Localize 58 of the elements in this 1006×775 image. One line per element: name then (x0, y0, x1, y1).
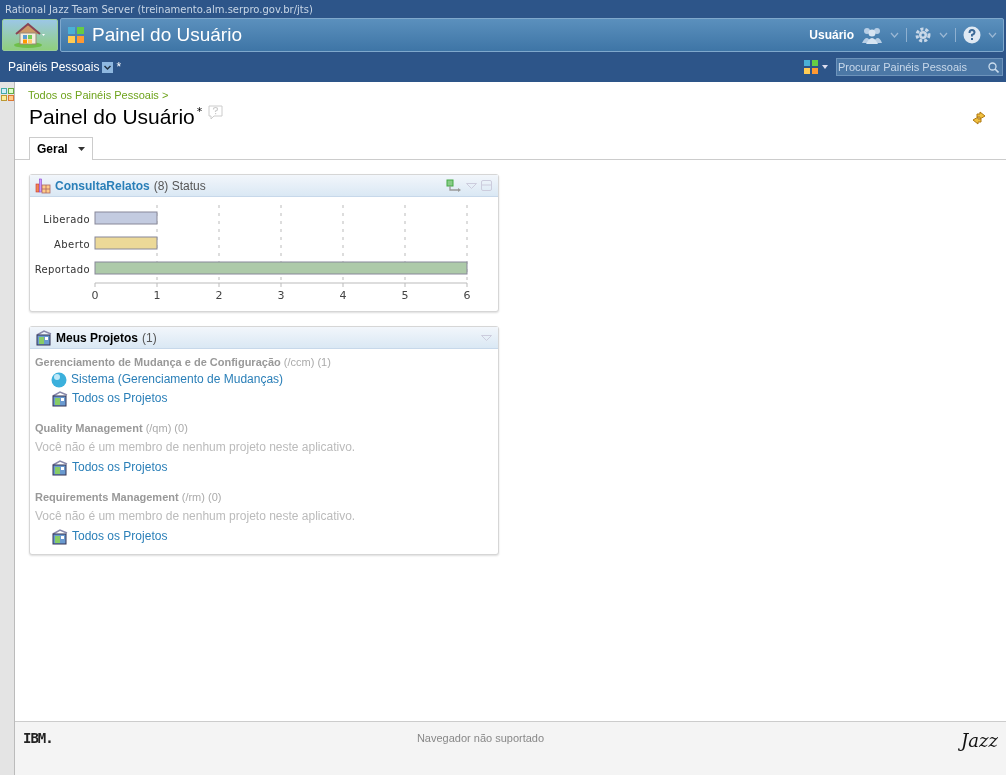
globe-icon (51, 371, 67, 388)
project-link[interactable]: Todos os Projetos (72, 389, 168, 408)
chevron-icon[interactable] (939, 32, 948, 38)
widget-subtitle: (8) Status (153, 178, 206, 193)
section-heading: Quality Management (/qm) (0) (35, 421, 189, 436)
user-name[interactable]: Usuário (809, 28, 854, 42)
tick-label: 4 (339, 289, 347, 302)
export-icon[interactable] (446, 178, 462, 193)
jazz-logo: Jazz (938, 730, 998, 751)
projects-icon (51, 459, 68, 476)
widget-count: (1) (142, 330, 157, 345)
users-icon[interactable] (861, 26, 883, 44)
project-link[interactable]: Todos os Projetos (72, 527, 168, 546)
tick-label: 1 (153, 289, 161, 302)
dashboard-icon (67, 26, 85, 44)
empty-message: Você não é um membro de nenhum projeto neste aplicativo. (35, 439, 357, 456)
page-title: Painel do Usuário (29, 105, 195, 129)
search-field[interactable]: Procurar Painéis Pessoais (836, 58, 1003, 76)
dashboard-icon[interactable] (0, 88, 14, 101)
refresh-icon[interactable] (972, 111, 986, 125)
section-heading: Gerenciamento de Mudança e de Configuração (/ccm) (1) (35, 355, 332, 370)
settings-icon[interactable] (914, 26, 932, 44)
chevron-icon[interactable] (988, 32, 997, 38)
projects-icon (51, 390, 68, 407)
caret-icon[interactable] (77, 147, 85, 151)
chart-icon (35, 177, 51, 194)
project-link[interactable]: Sistema (Gerenciamento de Mudanças) (71, 370, 284, 389)
caret-icon[interactable] (822, 65, 828, 69)
search-icon[interactable] (988, 61, 999, 73)
projects-icon (51, 528, 68, 545)
tab[interactable]: Geral (29, 137, 93, 160)
dashboards-menu[interactable]: Painéis Pessoais (8, 60, 100, 74)
tick-label: 6 (463, 289, 471, 302)
tick-label: 0 (91, 289, 99, 302)
section-heading: Requirements Management (/rm) (0) (35, 490, 223, 505)
tick-label: 5 (401, 289, 409, 302)
category-label: Reportado (34, 264, 90, 275)
modified-mark: * (196, 105, 203, 118)
ibm-logo: IBM. (23, 730, 54, 746)
project-link[interactable]: Todos os Projetos (72, 458, 168, 477)
projects-icon (35, 329, 52, 346)
help-icon[interactable] (963, 26, 981, 44)
category-label: Liberado (43, 214, 90, 225)
status-message: Navegador não suportado (415, 731, 546, 744)
modified-mark: * (116, 60, 122, 74)
category-label: Aberto (54, 239, 90, 250)
dashboard-icon[interactable] (803, 59, 819, 75)
dashboard-title: Painel do Usuário (92, 24, 242, 46)
breadcrumb-link[interactable]: Todos os Painéis Pessoais > (28, 89, 169, 101)
chevron-icon[interactable] (890, 32, 899, 38)
window-title: Rational Jazz Team Server (treinamento.alm.serpro.gov.br/jts) (5, 3, 313, 15)
empty-message: Você não é um membro de nenhum projeto neste aplicativo. (35, 508, 357, 525)
dropdown-icon[interactable] (102, 61, 114, 73)
tick-label: 3 (277, 289, 285, 302)
widget-title: Meus Projetos (56, 330, 139, 345)
home-button[interactable] (2, 19, 58, 51)
widget-title[interactable]: ConsultaRelatos (55, 178, 150, 193)
tick-label: 2 (215, 289, 223, 302)
